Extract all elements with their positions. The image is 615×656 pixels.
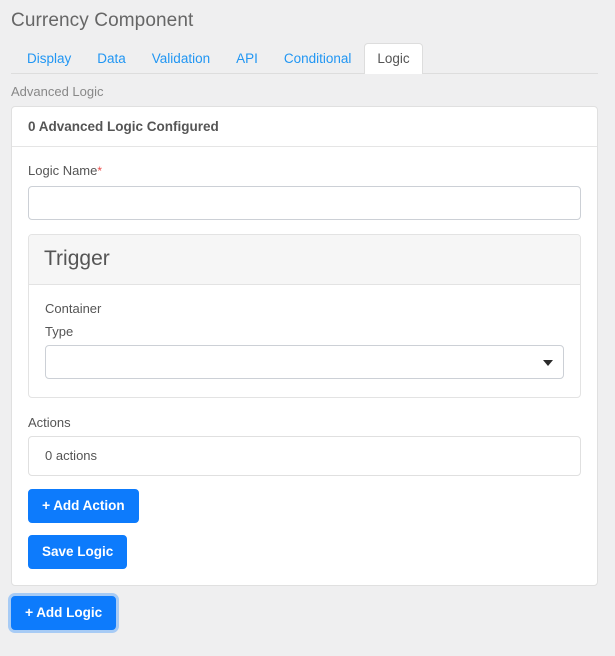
add-action-label: Add Action	[53, 498, 125, 513]
type-label: Type	[45, 324, 74, 339]
trigger-type-select[interactable]	[45, 345, 564, 379]
add-logic-button[interactable]: + Add Logic	[11, 596, 117, 630]
trigger-type-select-wrap	[45, 345, 564, 379]
component-tabs: Display Data Validation API Conditional …	[11, 43, 598, 74]
tab-validation[interactable]: Validation	[139, 43, 223, 74]
add-logic-bar: + Add Logic	[0, 586, 615, 630]
save-logic-row: Save Logic	[28, 535, 581, 569]
add-action-row: + Add Action	[28, 489, 581, 523]
advanced-logic-label: Advanced Logic	[11, 84, 104, 99]
plus-icon: +	[25, 604, 34, 620]
advanced-logic-panel-heading: 0 Advanced Logic Configured	[12, 107, 597, 147]
actions-label: Actions	[28, 415, 71, 430]
tab-data[interactable]: Data	[84, 43, 139, 74]
logic-name-label: Logic Name*	[28, 162, 581, 180]
container-label: Container	[45, 301, 102, 316]
plus-icon: +	[42, 497, 51, 513]
trigger-title: Trigger	[44, 247, 110, 270]
logic-name-group: Logic Name*	[28, 162, 581, 220]
advanced-logic-panel: 0 Advanced Logic Configured Logic Name* …	[11, 106, 598, 586]
add-logic-label: Add Logic	[36, 605, 103, 620]
required-asterisk: *	[97, 164, 103, 178]
actions-summary: 0 actions	[28, 436, 581, 476]
page-title: Currency Component	[11, 10, 194, 31]
add-action-button[interactable]: + Add Action	[28, 489, 139, 523]
advanced-logic-panel-body: Logic Name* Trigger Container Type Actio…	[12, 147, 597, 585]
tab-display[interactable]: Display	[14, 43, 84, 74]
trigger-panel-heading: Trigger	[29, 235, 580, 285]
trigger-panel: Trigger Container Type	[28, 234, 581, 398]
tab-api[interactable]: API	[223, 43, 271, 74]
logic-name-input[interactable]	[28, 186, 581, 220]
logic-name-label-text: Logic Name	[28, 163, 98, 178]
trigger-panel-body: Container Type	[29, 285, 580, 397]
tab-logic[interactable]: Logic	[364, 43, 423, 74]
tab-conditional[interactable]: Conditional	[271, 43, 365, 74]
save-logic-button[interactable]: Save Logic	[28, 535, 128, 569]
